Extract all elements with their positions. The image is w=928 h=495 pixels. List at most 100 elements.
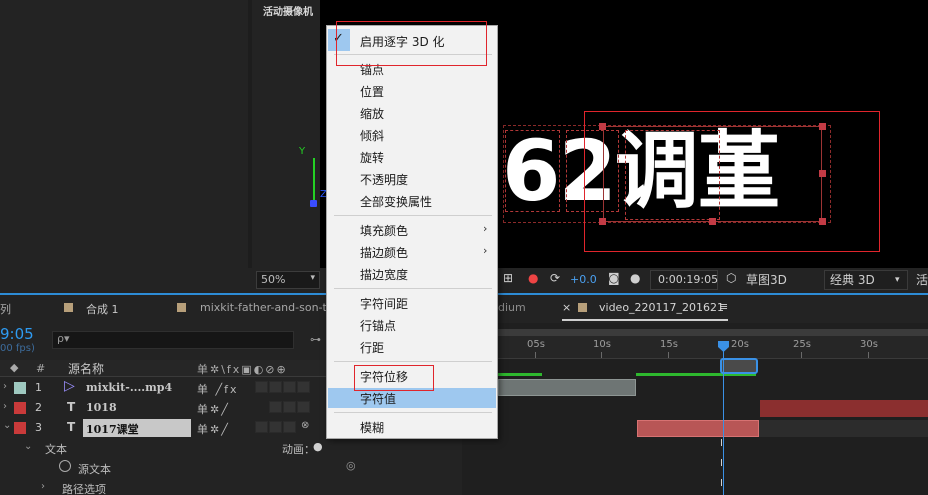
header-switch-icons: 单✲\fx▣◐⊘⊕ (197, 363, 288, 376)
label-tag-icon: ◆ (10, 361, 19, 374)
expand-arrow-icon[interactable]: › (41, 481, 45, 492)
animate-button[interactable]: ● (313, 440, 323, 453)
layer-name[interactable]: 1018 (86, 401, 117, 414)
label-color-swatch[interactable] (14, 402, 26, 414)
menu-item-position[interactable]: 位置 (360, 83, 384, 100)
layer-duration-bar[interactable] (760, 400, 928, 417)
preview-range[interactable] (720, 358, 758, 374)
axis-origin-handle[interactable] (310, 200, 317, 207)
cache-bar (498, 373, 542, 376)
layer-switches[interactable]: 单✲╱ (197, 421, 230, 437)
keyframe-marker[interactable]: I (720, 438, 723, 449)
active-camera-title: 活动摄像机 (263, 7, 313, 18)
menu-item-skew[interactable]: 倾斜 (360, 127, 384, 144)
keyframe-marker[interactable]: I (720, 458, 723, 469)
source-text-property[interactable]: 源文本 (78, 461, 111, 477)
menu-item-stroke-color[interactable]: 描边颜色 (360, 244, 408, 261)
ruler-tick (668, 352, 669, 358)
menu-item-rotation[interactable]: 旋转 (360, 149, 384, 166)
show-snapshot-icon[interactable]: ● (630, 271, 640, 285)
tab-mixkit[interactable]: mixkit-father-and-son-thro (200, 301, 345, 314)
switch-box[interactable] (297, 381, 310, 393)
menu-item-line-anchor[interactable]: 行锚点 (360, 317, 396, 334)
pickwhip-icon[interactable]: ◎ (346, 459, 356, 472)
switch-box[interactable] (269, 381, 282, 393)
track-empty (759, 420, 928, 437)
viewer-timecode: 0:00:19:05 (658, 273, 719, 286)
label-color-swatch[interactable] (14, 382, 26, 394)
current-timecode[interactable]: 9:05 (0, 325, 34, 343)
tab-edge-label: 列 (0, 303, 11, 316)
comp-flowchart-icon[interactable]: ⊶ (310, 333, 321, 346)
menu-item-fill-color[interactable]: 填充颜色 (360, 222, 408, 239)
ruler-tick (601, 352, 602, 358)
close-icon[interactable]: × (562, 301, 571, 314)
draft3d-icon[interactable]: ⬡ (726, 271, 736, 285)
keyframe-marker[interactable]: I (720, 478, 723, 489)
layer-name[interactable]: mixkit-....mp4 (86, 381, 172, 394)
switch-box[interactable] (283, 401, 296, 413)
ruler-label: 05s (527, 339, 545, 350)
ruler-tick (801, 352, 802, 358)
zoom-select[interactable]: 50% ▾ (256, 271, 320, 289)
ruler-label: 10s (593, 339, 611, 350)
layer-number: 3 (35, 421, 42, 434)
switch-box[interactable] (283, 421, 296, 433)
tab-medium[interactable]: dium (498, 301, 526, 314)
collapse-arrow-icon[interactable]: ⌄ (24, 441, 32, 452)
tab-comp-1[interactable]: 合成 1 (86, 301, 119, 317)
per-char-3d-icon[interactable]: ⊗ (301, 420, 309, 431)
expand-arrow-icon[interactable]: › (3, 381, 7, 392)
tab-video-active[interactable]: video_220117_201621 (599, 301, 724, 314)
color-channels-icon[interactable]: ● (528, 271, 538, 285)
ruler-label: 15s (660, 339, 678, 350)
menu-item-all-transform[interactable]: 全部变换属性 (360, 193, 432, 210)
menu-icon[interactable]: ≡ (719, 300, 728, 313)
menu-item-tracking[interactable]: 字符间距 (360, 295, 408, 312)
menu-item-scale[interactable]: 缩放 (360, 105, 384, 122)
search-icon: ρ▾ (57, 332, 70, 345)
menu-item-blur[interactable]: 模糊 (360, 419, 384, 436)
active-camera-panel (252, 0, 320, 268)
layer-switches[interactable]: 单✲╱ (197, 401, 230, 417)
expand-arrow-icon[interactable]: › (3, 401, 7, 412)
axis-y-line (313, 158, 315, 202)
switch-box[interactable] (297, 401, 310, 413)
menu-separator (334, 361, 492, 362)
header-source-name[interactable]: 源名称 (68, 360, 104, 377)
switch-box[interactable] (283, 381, 296, 393)
label-color-swatch[interactable] (14, 422, 26, 434)
menu-item-stroke-width[interactable]: 描边宽度 (360, 266, 408, 283)
switch-box[interactable] (255, 381, 268, 393)
work-area-bar[interactable] (498, 329, 928, 336)
switch-box[interactable] (269, 421, 282, 433)
collapse-arrow-icon[interactable]: ⌄ (3, 420, 11, 431)
menu-item-line-spacing[interactable]: 行距 (360, 339, 384, 356)
layer-name[interactable]: 1017课堂 (86, 421, 139, 437)
text-property-group[interactable]: 文本 (45, 441, 67, 457)
switch-box[interactable] (269, 401, 282, 413)
layer-duration-bar-selected[interactable] (637, 420, 759, 437)
layer-number: 2 (35, 401, 42, 414)
playhead-line[interactable] (723, 343, 724, 495)
layer-number: 1 (35, 381, 42, 394)
stopwatch-icon[interactable] (59, 460, 71, 472)
menu-separator (334, 215, 492, 216)
menu-separator (334, 412, 492, 413)
menu-item-opacity[interactable]: 不透明度 (360, 171, 408, 188)
layer-duration-bar[interactable] (498, 379, 636, 396)
draft3d-label[interactable]: 草图3D (746, 271, 787, 288)
menu-item-char-value[interactable]: 字符值 (360, 390, 396, 407)
snapshot-icon[interactable]: ◙ (608, 271, 620, 285)
path-options-group[interactable]: 路径选项 (62, 481, 106, 495)
layer-switches[interactable]: 单 ╱fx (197, 381, 239, 397)
exposure-value[interactable]: +0.0 (570, 273, 597, 286)
switch-box[interactable] (255, 421, 268, 433)
active-camera-select[interactable]: 活 (916, 271, 928, 288)
text-layer-icon: T (67, 400, 76, 414)
exposure-reset-icon[interactable]: ⟳ (550, 271, 560, 285)
composition-icon (177, 303, 186, 312)
renderer-value: 经典 3D (830, 273, 875, 287)
grid-icon[interactable]: ⊞ (503, 271, 513, 285)
layer-search-input[interactable]: ρ▾ (52, 331, 294, 349)
